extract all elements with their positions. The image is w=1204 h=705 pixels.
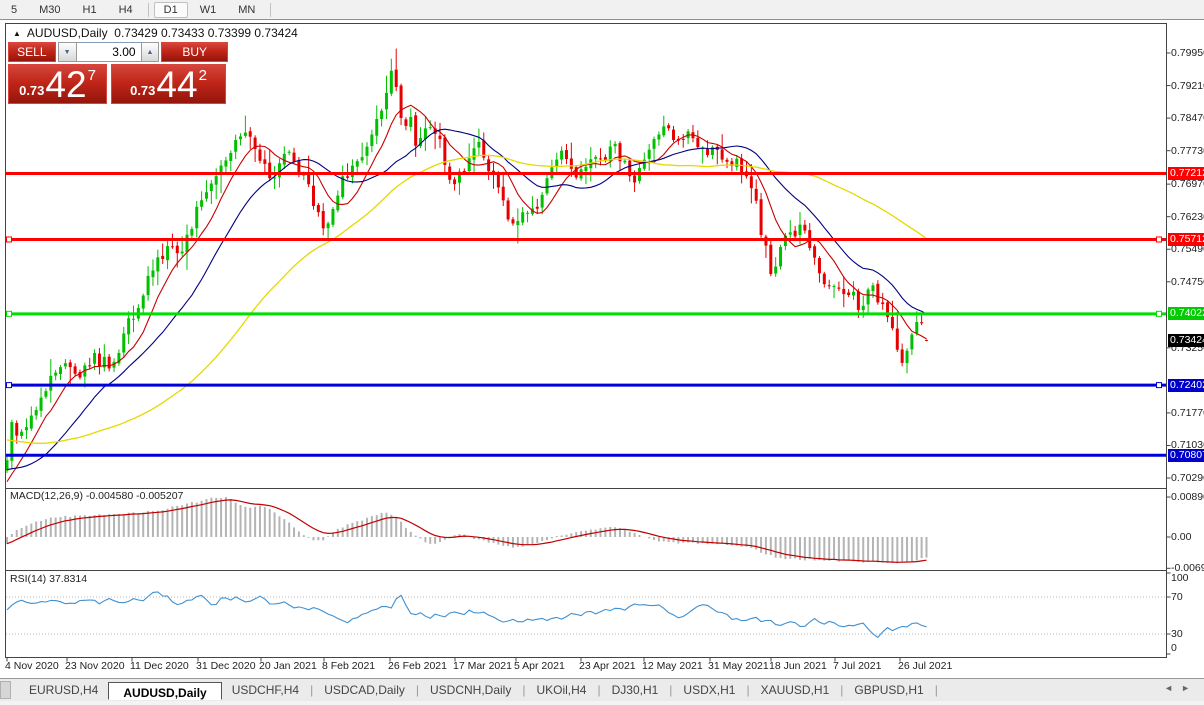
chart-tab-ukoil[interactable]: UKOil,H4	[526, 681, 596, 699]
date-axis-label: 26 Jul 2021	[898, 660, 953, 672]
tab-separator: |	[934, 683, 938, 697]
price-axis-tick: 0.79210	[1171, 79, 1204, 92]
macd-values: -0.004580 -0.005207	[85, 490, 184, 502]
tab-scroll-arrows: ◄►	[1164, 683, 1198, 693]
date-axis-label: 7 Jul 2021	[833, 660, 882, 672]
rsi-axis-tick: 30	[1171, 628, 1183, 640]
chart-tab-usdcad[interactable]: USDCAD,Daily	[314, 681, 415, 699]
volume-increase-button[interactable]: ▲	[140, 42, 160, 62]
chart-tab-dj30[interactable]: DJ30,H1	[602, 681, 669, 699]
rsi-name: RSI(14)	[10, 573, 47, 585]
sell-price-pip: 7	[87, 67, 96, 84]
volume-input[interactable]	[76, 42, 141, 62]
rsi-layer	[6, 591, 1166, 639]
rsi-value: 37.8314	[49, 573, 88, 585]
chart-tab-gbpusd[interactable]: GBPUSD,H1	[844, 681, 933, 699]
date-axis-label: 8 Feb 2021	[322, 660, 376, 672]
tab-scroll-right-icon[interactable]: ►	[1181, 683, 1198, 693]
chart-tab-audusd[interactable]: AUDUSD,Daily	[108, 681, 222, 700]
date-axis-label: 18 Jun 2021	[769, 660, 827, 672]
tab-separator: |	[840, 683, 844, 697]
price-axis-tick: 0.76230	[1171, 210, 1204, 223]
sell-price-prefix: 0.73	[19, 83, 45, 98]
chart-ohlc-values: 0.73429 0.73433 0.73399 0.73424	[114, 26, 298, 40]
price-axis-tick: 0.77730	[1171, 144, 1204, 157]
macd-name: MACD(12,26,9)	[10, 490, 83, 502]
chart-tab-usdcnh[interactable]: USDCNH,Daily	[420, 681, 521, 699]
one-click-trading-widget: SELL ▼ ▲ BUY 0.73 42 7 0.73 44 2	[8, 42, 228, 104]
tab-separator: |	[597, 683, 601, 697]
price-axis-tick: 0.71770	[1171, 406, 1204, 419]
price-level-tag: 0.70807	[1168, 448, 1204, 462]
date-axis-label: 17 Mar 2021	[453, 660, 512, 672]
sell-price-big: 42	[45, 64, 87, 105]
price-axis-tick: 0.70290	[1171, 472, 1204, 485]
tab-separator: |	[310, 683, 314, 697]
buy-button[interactable]: BUY	[161, 42, 228, 62]
chart-symbol-label: AUDUSD,Daily	[26, 26, 108, 40]
price-level-tag: 0.73424	[1168, 333, 1204, 347]
price-axis-tick: 0.74750	[1171, 275, 1204, 288]
price-level-tag: 0.74022	[1168, 307, 1204, 321]
chart-tab-usdx[interactable]: USDX,H1	[673, 681, 745, 699]
trading-terminal-window: 5 M30 H1 H4 D1 W1 MN ▲ AUDUSD,Daily 0.73429 0.7…	[0, 0, 1204, 705]
date-axis-label: 23 Apr 2021	[579, 660, 636, 672]
price-axis-tick: 0.79950	[1171, 47, 1204, 59]
tab-separator: |	[522, 683, 526, 697]
tab-separator: |	[669, 683, 673, 697]
rsi-axis-tick: 100	[1171, 572, 1189, 584]
chart-tab-bar: EURUSD,H4 AUDUSD,Daily USDCHF,H4 | USDCAD,Da…	[0, 678, 1204, 701]
tab-separator: |	[746, 683, 750, 697]
tab-scroll-left-icon[interactable]: ◄	[1164, 683, 1181, 693]
chart-tab-usdchf[interactable]: USDCHF,H4	[222, 681, 309, 699]
collapse-triangle-icon[interactable]: ▲	[13, 29, 21, 38]
price-level-tag: 0.72402	[1168, 378, 1204, 392]
date-axis-label: 11 Dec 2020	[130, 660, 189, 672]
date-axis-label: 26 Feb 2021	[388, 660, 447, 672]
date-axis-label: 4 Nov 2020	[5, 660, 59, 672]
rsi-axis-tick: 70	[1171, 591, 1183, 603]
chart-title: ▲ AUDUSD,Daily 0.73429 0.73433 0.73399 0.…	[13, 26, 298, 40]
macd-axis-tick: 0.00890	[1171, 491, 1204, 504]
volume-decrease-button[interactable]: ▼	[57, 42, 77, 62]
buy-price-prefix: 0.73	[130, 83, 156, 98]
tab-separator: |	[415, 683, 419, 697]
price-level-tag: 0.77212	[1168, 166, 1204, 180]
chart-tab-eurusd[interactable]: EURUSD,H4	[19, 681, 108, 699]
price-axis-tick: 0.78470	[1171, 112, 1204, 125]
date-axis-label: 12 May 2021	[642, 660, 703, 672]
date-axis-label: 31 May 2021	[708, 660, 769, 672]
sell-price-panel[interactable]: 0.73 42 7	[8, 64, 107, 104]
price-level-tag: 0.75712	[1168, 232, 1204, 246]
rsi-axis-tick: 0	[1171, 642, 1177, 654]
date-axis-label: 5 Apr 2021	[514, 660, 565, 672]
date-axis-label: 23 Nov 2020	[65, 660, 125, 672]
date-axis-label: 20 Jan 2021	[259, 660, 317, 672]
buy-price-pip: 2	[198, 67, 207, 84]
macd-axis-tick: 0.00	[1171, 531, 1192, 543]
macd-indicator-label: MACD(12,26,9) -0.004580 -0.005207	[10, 490, 183, 502]
candles-layer	[6, 48, 928, 482]
buy-price-panel[interactable]: 0.73 44 2	[111, 64, 226, 104]
tab-strip-chip[interactable]	[0, 681, 11, 699]
rsi-indicator-label: RSI(14) 37.8314	[10, 573, 87, 585]
sell-button[interactable]: SELL	[8, 42, 56, 62]
macd-layer	[6, 497, 928, 564]
date-axis-label: 31 Dec 2020	[196, 660, 256, 672]
chart-canvas[interactable]	[0, 0, 1204, 705]
chart-tab-xauusd[interactable]: XAUUSD,H1	[751, 681, 840, 699]
buy-price-big: 44	[156, 64, 198, 105]
